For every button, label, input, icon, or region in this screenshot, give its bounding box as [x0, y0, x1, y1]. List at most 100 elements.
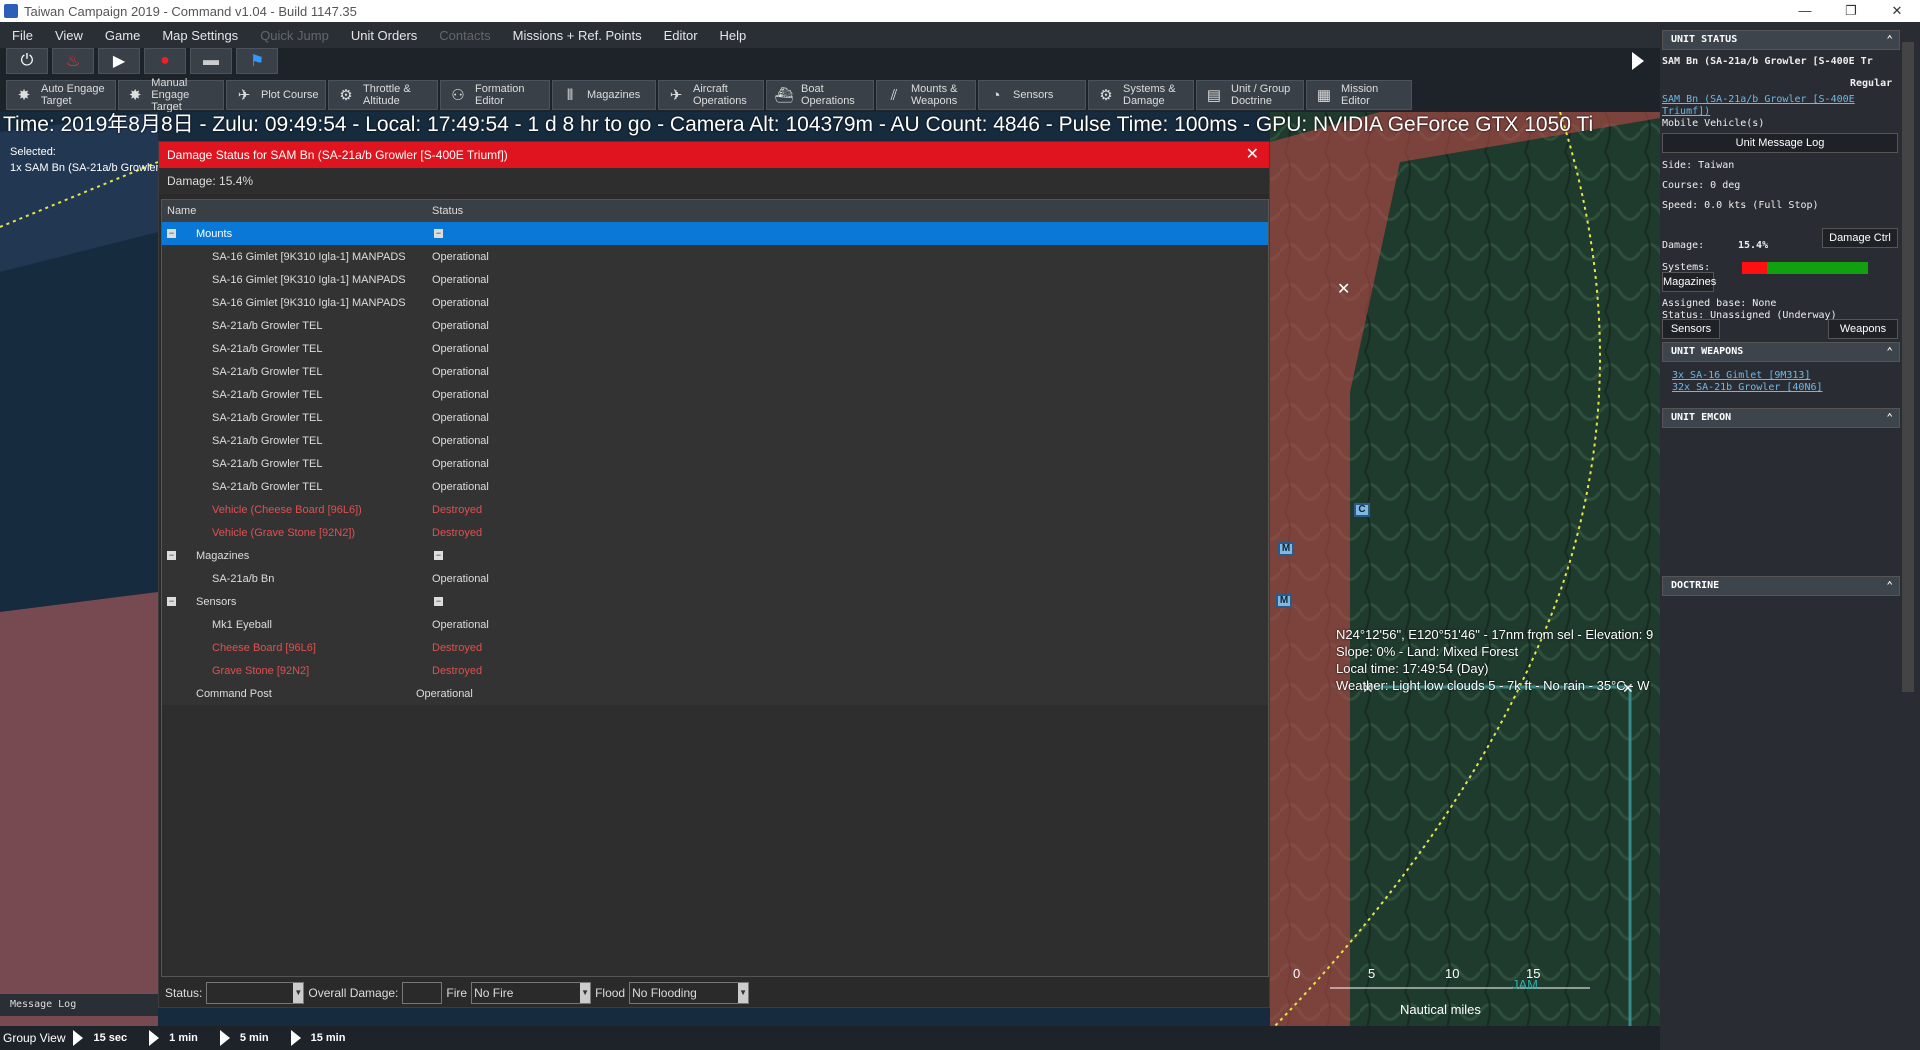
record-icon[interactable]: ●: [144, 48, 186, 74]
time-compression-button[interactable]: 15 sec: [73, 1030, 127, 1046]
group-view-label[interactable]: Group View: [3, 1031, 65, 1045]
time-compression-button[interactable]: 1 min: [149, 1030, 198, 1046]
toolbar-button-label: Mounts & Weapons: [911, 83, 958, 107]
menu-item[interactable]: Game: [105, 28, 140, 43]
tree-row[interactable]: Cheese Board [96L6] Destroyed: [162, 636, 1268, 659]
menu-item[interactable]: Help: [720, 28, 747, 43]
tree-group-row[interactable]: − − Mounts: [162, 222, 1268, 245]
tree-row[interactable]: Grave Stone [92N2] Destroyed: [162, 659, 1268, 682]
toolbar-button[interactable]: ⚙ Throttle & Altitude: [328, 80, 438, 110]
toolbar-button[interactable]: ◔ Sensors: [978, 80, 1086, 110]
tree-group-row[interactable]: − − Sensors: [162, 590, 1268, 613]
tree-row[interactable]: SA-21a/b Bn Operational: [162, 567, 1268, 590]
tree-row[interactable]: SA-21a/b Growler TEL Operational: [162, 314, 1268, 337]
time-compression-button[interactable]: 5 min: [219, 1030, 269, 1046]
tree-row[interactable]: SA-21a/b Growler TEL Operational: [162, 475, 1268, 498]
tree-row[interactable]: SA-21a/b Growler TEL Operational: [162, 429, 1268, 452]
collapse-icon[interactable]: −: [434, 551, 443, 560]
menu-item[interactable]: Missions + Ref. Points: [513, 28, 642, 43]
fire-icon[interactable]: ♨: [52, 48, 94, 74]
chevron-down-icon[interactable]: ▼: [580, 983, 591, 1003]
toolbar-button[interactable]: ⚇ Formation Editor: [440, 80, 550, 110]
toolbar-button[interactable]: ▦ Mission Editor: [1306, 80, 1412, 110]
chevron-down-icon[interactable]: ▼: [738, 983, 749, 1003]
close-window-icon[interactable]: ✕: [1874, 0, 1920, 22]
toolbar-button[interactable]: ⚙ Systems & Damage: [1088, 80, 1194, 110]
menu-item[interactable]: Contacts: [439, 28, 490, 43]
weapons-button[interactable]: Weapons: [1828, 319, 1898, 339]
unit-marker[interactable]: M: [1278, 542, 1294, 556]
toolbar-button[interactable]: ⫽ Mounts & Weapons: [876, 80, 976, 110]
toolbar-button[interactable]: ✸ Auto Engage Target: [6, 80, 116, 110]
collapse-icon[interactable]: −: [434, 229, 443, 238]
unit-class-link[interactable]: SAM Bn (SA-21a/b Growler [S-400E: [1662, 94, 1855, 105]
overall-damage-input[interactable]: [402, 982, 443, 1004]
toolbar-button[interactable]: ✈ Aircraft Operations: [658, 80, 764, 110]
damage-ctrl-button[interactable]: Damage Ctrl: [1822, 228, 1898, 248]
flood-select[interactable]: No Flooding ▼: [629, 982, 750, 1004]
minimize-icon[interactable]: —: [1782, 0, 1828, 22]
unit-class-link-cont[interactable]: Triumf]): [1662, 106, 1710, 117]
sensors-button[interactable]: Sensors: [1662, 319, 1720, 339]
column-status[interactable]: Status: [432, 205, 463, 217]
unit-weapons-header[interactable]: UNIT WEAPONS ⌃: [1662, 342, 1900, 362]
road-icon[interactable]: ▬: [190, 48, 232, 74]
cursor-info: N24°12'56", E120°51'46" - 17nm from sel …: [1336, 626, 1653, 694]
collapse-icon[interactable]: ⌃: [1886, 411, 1893, 424]
status-select[interactable]: ▼: [206, 982, 305, 1004]
tree-row[interactable]: SA-16 Gimlet [9K310 Igla-1] MANPADS Opera…: [162, 291, 1268, 314]
power-icon[interactable]: ⏻: [6, 48, 48, 74]
weapon-link[interactable]: 32x SA-21b Growler [40N6]: [1672, 382, 1823, 393]
tree-row[interactable]: SA-21a/b Growler TEL Operational: [162, 360, 1268, 383]
play-icon[interactable]: ▶: [98, 48, 140, 74]
tree-group-row[interactable]: − − Magazines: [162, 544, 1268, 567]
maximize-icon[interactable]: ❐: [1828, 0, 1874, 22]
close-icon[interactable]: ✕: [1246, 142, 1259, 168]
toolbar-button[interactable]: ✸ Manual Engage Target: [118, 77, 224, 113]
unit-message-log-button[interactable]: Unit Message Log: [1662, 133, 1898, 153]
collapse-icon[interactable]: −: [167, 597, 176, 606]
doctrine-header[interactable]: DOCTRINE ⌃: [1662, 576, 1900, 596]
toolbar-button[interactable]: ⛴ Boat Operations: [766, 80, 874, 110]
collapse-icon[interactable]: ⌃: [1886, 579, 1893, 592]
menu-item[interactable]: Map Settings: [162, 28, 238, 43]
tree-row[interactable]: SA-16 Gimlet [9K310 Igla-1] MANPADS Opera…: [162, 245, 1268, 268]
tree-row[interactable]: SA-21a/b Growler TEL Operational: [162, 337, 1268, 360]
column-name[interactable]: Name: [162, 205, 432, 217]
tree-row[interactable]: SA-21a/b Growler TEL Operational: [162, 406, 1268, 429]
flag-icon[interactable]: ⚑: [236, 48, 278, 74]
toolbar-button[interactable]: ▤ Unit / Group Doctrine: [1196, 80, 1304, 110]
sidebar-scrollbar[interactable]: [1902, 42, 1914, 692]
sidebar-toggle-icon[interactable]: [1632, 52, 1644, 70]
chevron-down-icon[interactable]: ▼: [293, 983, 304, 1003]
menu-item[interactable]: File: [12, 28, 33, 43]
menu-item[interactable]: Quick Jump: [260, 28, 329, 43]
unit-status-header[interactable]: UNIT STATUS ⌃: [1662, 30, 1900, 50]
magazines-button[interactable]: Magazines: [1662, 272, 1716, 292]
collapse-icon[interactable]: −: [434, 597, 443, 606]
tree-row[interactable]: SA-21a/b Growler TEL Operational: [162, 383, 1268, 406]
collapse-icon[interactable]: ⌃: [1886, 33, 1893, 46]
unit-marker[interactable]: M: [1276, 594, 1292, 608]
tree-row[interactable]: Command Post Operational: [162, 682, 1268, 705]
tree-row[interactable]: Vehicle (Grave Stone [92N2]) Destroyed: [162, 521, 1268, 544]
collapse-icon[interactable]: −: [167, 551, 176, 560]
collapse-icon[interactable]: ⌃: [1886, 345, 1893, 358]
message-log-tab[interactable]: Message Log: [0, 994, 158, 1016]
collapse-icon[interactable]: −: [167, 229, 176, 238]
toolbar-button[interactable]: ✈ Plot Course: [226, 80, 326, 110]
tree-row[interactable]: SA-16 Gimlet [9K310 Igla-1] MANPADS Opera…: [162, 268, 1268, 291]
menu-item[interactable]: View: [55, 28, 83, 43]
menu-item[interactable]: Editor: [664, 28, 698, 43]
tree-row[interactable]: Mk1 Eyeball Operational: [162, 613, 1268, 636]
tree-row[interactable]: SA-21a/b Growler TEL Operational: [162, 452, 1268, 475]
fire-select[interactable]: No Fire ▼: [471, 982, 592, 1004]
damage-tree[interactable]: Name Status − − Mounts SA-16 Gimlet [9K310 …: [161, 199, 1269, 977]
time-compression-button[interactable]: 15 min: [290, 1030, 345, 1046]
tree-row[interactable]: Vehicle (Cheese Board [96L6]) Destroyed: [162, 498, 1268, 521]
weapon-link[interactable]: 3x SA-16 Gimlet [9M313]: [1672, 370, 1810, 381]
toolbar-button[interactable]: ⦀ Magazines: [552, 80, 656, 110]
unit-marker[interactable]: C: [1354, 503, 1370, 517]
menu-item[interactable]: Unit Orders: [351, 28, 417, 43]
unit-emcon-header[interactable]: UNIT EMCON ⌃: [1662, 408, 1900, 428]
